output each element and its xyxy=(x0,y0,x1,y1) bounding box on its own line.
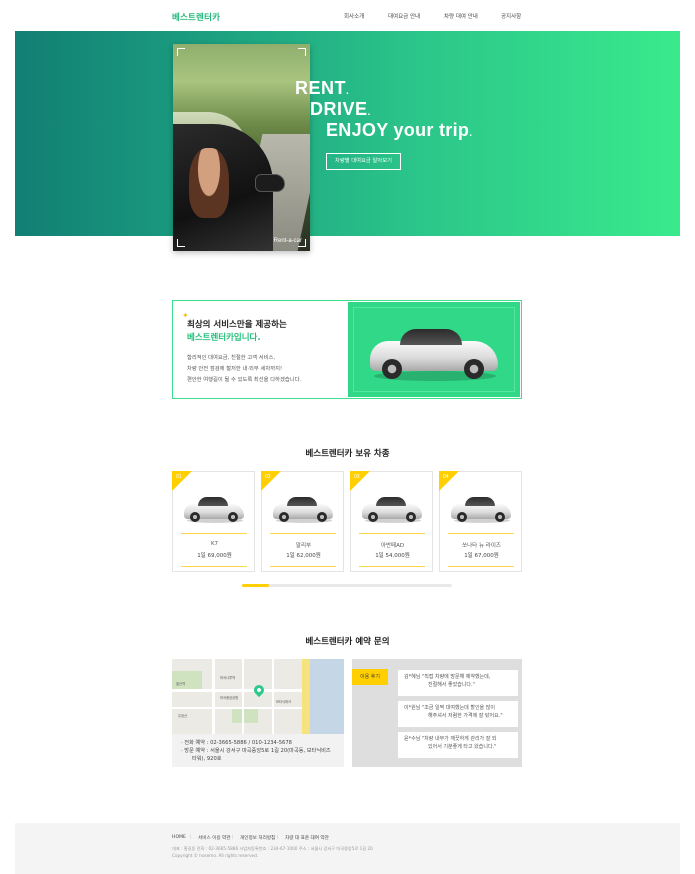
carousel-scrollbar[interactable] xyxy=(242,584,452,587)
map-label: 우장산 xyxy=(178,714,188,718)
map-label: 보타닉파크 xyxy=(276,700,292,704)
car-card[interactable]: 02 말리부 1일 62,000원 xyxy=(261,471,344,572)
badge-number: 04 xyxy=(443,474,449,480)
divider xyxy=(270,566,336,567)
site-header: 베스트렌터카 회사소개 대여요금 안내 차량 대여 안내 공지사항 xyxy=(0,0,695,31)
hero-photo: Rent-a-car xyxy=(173,44,310,251)
car-image xyxy=(273,494,333,524)
rates-button[interactable]: 차량별 대여요금 알아보기 xyxy=(326,153,401,170)
badge-number: 02 xyxy=(265,474,271,480)
hero-headline-drive: DRIVE. xyxy=(310,99,371,119)
car-card[interactable]: 01 K7 1일 69,000원 xyxy=(172,471,255,572)
fleet-title: 베스트렌터카 보유 차종 xyxy=(305,449,390,459)
car-name: 쏘나타 뉴 라이즈 xyxy=(462,543,501,549)
car-price: 1일 62,000원 xyxy=(286,553,321,559)
review-item: 윤*수님 "차량 내부가 깨끗하게 관리가 잘 되 있어서 기분좋게 타고 왔습… xyxy=(398,732,518,758)
visit-reservation-cont: 타워), 920호 xyxy=(192,756,222,762)
footer-separator: | xyxy=(190,835,192,840)
car-name: 아반떼AD xyxy=(380,543,405,549)
footer-separator: | xyxy=(232,835,234,840)
review-text: 김*혜님 "직접 차량에 방문해 예약했는데, xyxy=(404,674,491,680)
divider xyxy=(359,566,425,567)
nav-item-rental-guide[interactable]: 차량 대여 안내 xyxy=(444,12,478,20)
footer-link-rental-terms[interactable]: 차량 대 표준 대여 약관 xyxy=(285,835,329,841)
car-card[interactable]: 04 쏘나타 뉴 라이즈 1일 67,000원 xyxy=(439,471,522,572)
car-card[interactable]: 03 아반떼AD 1일 54,000원 xyxy=(350,471,433,572)
car-price: 1일 67,000원 xyxy=(464,553,499,559)
divider xyxy=(270,533,336,534)
location-map[interactable]: 발산역 마곡나루역 마곡중앙공원 우장산 보타닉파크 xyxy=(172,659,344,734)
car-name: K7 xyxy=(210,541,219,547)
number-badge xyxy=(350,471,370,491)
footer-link-privacy[interactable]: 개인정보 처리방침 xyxy=(240,835,275,841)
photo-driver xyxy=(189,148,229,218)
reviews-tag: 이용 후기 xyxy=(352,669,388,685)
hero-headline-enjoy: ENJOY your trip. xyxy=(326,120,473,140)
review-text: 이*원님 "조금 일찍 대여했는데 할인을 많이 xyxy=(404,705,495,711)
badge-number: 03 xyxy=(354,474,360,480)
car-price: 1일 69,000원 xyxy=(197,553,232,559)
number-badge xyxy=(439,471,459,491)
car-image xyxy=(362,494,422,524)
review-text: 있어서 기분좋게 타고 왔습니다." xyxy=(428,743,497,750)
frame-corner xyxy=(298,48,306,56)
divider xyxy=(448,533,514,534)
number-badge xyxy=(172,471,192,491)
photo-side-mirror xyxy=(255,174,285,192)
badge-number: 01 xyxy=(176,474,182,480)
frame-corner xyxy=(177,239,185,247)
review-item: 김*혜님 "직접 차량에 방문해 예약했는데, 친절해서 좋았습니다." xyxy=(398,670,518,696)
review-text: 해주셔서 저렴한 가격에 잘 탔어요." xyxy=(428,712,503,719)
number-badge xyxy=(261,471,281,491)
phone-reservation: · 전화 예약 : 02-3665-5886 / 010-1234-5678 xyxy=(181,740,292,746)
intro-subtitle: 베스트렌터카입니다. xyxy=(187,333,261,343)
car-image xyxy=(451,494,511,524)
logo[interactable]: 베스트렌터카 xyxy=(172,11,220,23)
map-label: 마곡중앙공원 xyxy=(220,696,239,700)
intro-line: 합리적인 대여요금, 친절한 고객 서비스, xyxy=(187,355,276,361)
divider xyxy=(448,566,514,567)
hero-headline-rent: RENT. xyxy=(295,78,350,98)
review-text: 친절해서 좋았습니다." xyxy=(428,681,475,688)
car-image xyxy=(184,494,244,524)
company-info: 대표 : 홍길동 전화 : 02-3665-5886 사업자등록번호 : 234… xyxy=(172,846,373,851)
review-text: 윤*수님 "차량 내부가 깨끗하게 관리가 잘 되 xyxy=(404,736,497,742)
copyright: Copyright © hosemo. All rights reserved. xyxy=(172,853,259,858)
reservation-title: 베스트렌터카 예약 문의 xyxy=(305,637,390,647)
intro-title: 최상의 서비스만을 제공하는 xyxy=(187,320,287,330)
divider xyxy=(359,533,425,534)
divider xyxy=(181,533,247,534)
nav-item-rates[interactable]: 대여요금 안내 xyxy=(388,12,420,20)
review-item: 이*원님 "조금 일찍 대여했는데 할인을 많이 해주셔서 저렴한 가격에 잘 … xyxy=(398,701,518,727)
map-label: 발산역 xyxy=(176,682,186,686)
divider xyxy=(181,566,247,567)
carousel-scroll-thumb[interactable] xyxy=(242,584,269,587)
visit-reservation: · 방문 예약 : 서울시 강서구 마곡중앙5로 1길 20(마곡동, 보타닉비… xyxy=(181,748,331,754)
footer-link-terms[interactable]: 서비스 이용 약관 xyxy=(198,835,231,841)
intro-line: 편안한 여행길이 될 수 있도록 최선을 다하겠습니다. xyxy=(187,377,302,383)
intro-car-image xyxy=(370,323,500,383)
photo-tag: Rent-a-car xyxy=(273,238,302,244)
car-price: 1일 54,000원 xyxy=(375,553,410,559)
nav-item-about[interactable]: 회사소개 xyxy=(344,12,364,20)
intro-line: 차량 안전 점검에 철저한 내·외부 세차까지! xyxy=(187,366,283,372)
footer-separator: | xyxy=(277,835,279,840)
frame-corner xyxy=(177,48,185,56)
map-label: 마곡나루역 xyxy=(220,676,236,680)
footer-link-home[interactable]: HOME xyxy=(172,835,186,840)
car-name: 말리부 xyxy=(295,543,312,549)
map-pin-icon xyxy=(251,682,267,698)
nav-item-notice[interactable]: 공지사항 xyxy=(501,12,521,20)
